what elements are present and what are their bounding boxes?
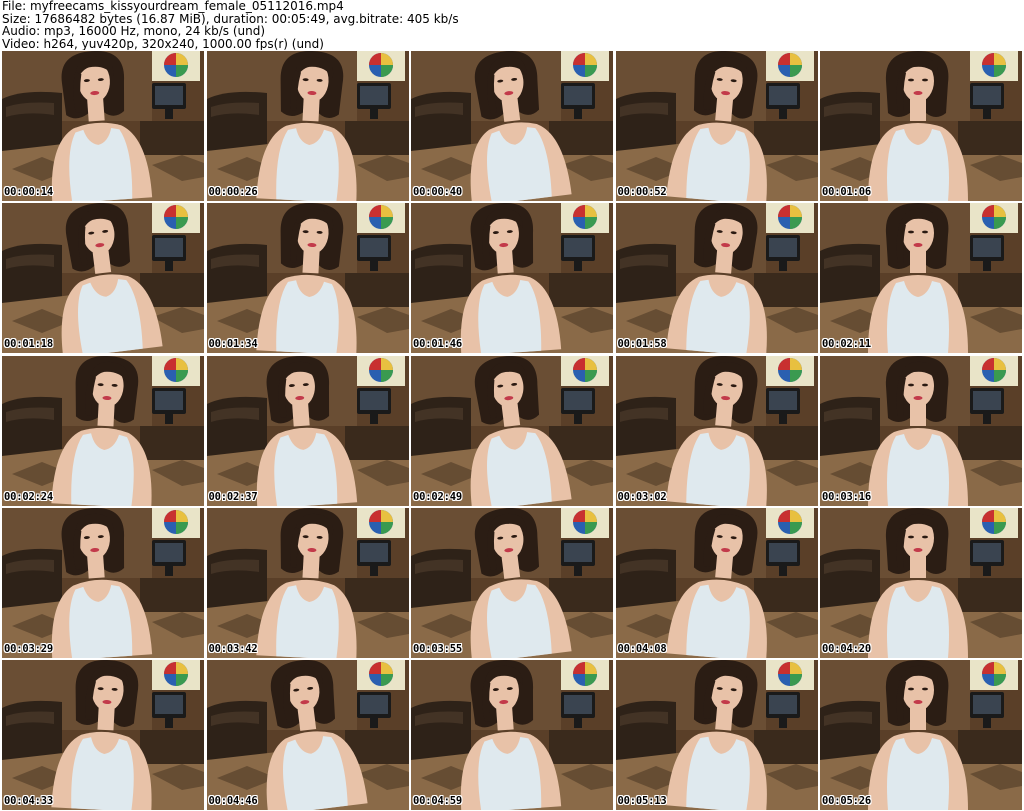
thumbnail-frame-image — [615, 507, 818, 658]
video-thumbnail-15: 00:03:16 — [820, 355, 1022, 506]
video-thumbnail-12: 00:02:37 — [206, 355, 409, 506]
timestamp-label: 00:02:11 — [822, 338, 871, 351]
thumbnail-frame-image — [615, 51, 818, 201]
file-name-line: File: myfreecams_kissyourdream_female_05… — [2, 0, 344, 13]
video-thumbnail-20: 00:04:20 — [820, 507, 1022, 658]
thumbnail-frame-image — [411, 203, 613, 354]
thumbnail-frame-image — [820, 51, 1022, 201]
thumbnail-frame-image — [206, 355, 409, 506]
contact-sheet: File: myfreecams_kissyourdream_female_05… — [0, 0, 1024, 811]
video-thumbnail-8: 00:01:46 — [411, 203, 613, 354]
thumbnail-frame-image — [411, 355, 613, 506]
thumbnail-frame-image — [615, 203, 818, 354]
timestamp-label: 00:00:14 — [4, 186, 53, 198]
video-thumbnail-14: 00:03:02 — [615, 355, 818, 506]
thumbnail-frame-image — [820, 355, 1022, 506]
timestamp-label: 00:01:58 — [617, 338, 667, 351]
video-thumbnail-25: 00:05:26 — [820, 660, 1022, 810]
timestamp-label: 00:04:33 — [4, 795, 53, 807]
timestamp-label: 00:02:49 — [413, 490, 462, 503]
video-thumbnail-16: 00:03:29 — [2, 507, 204, 658]
video-info-line: Video: h264, yuv420p, 320x240, 1000.00 f… — [2, 36, 324, 50]
thumbnail-frame-image — [206, 660, 409, 810]
thumbnail-frame-image — [820, 507, 1022, 658]
video-thumbnail-4: 00:00:52 — [615, 51, 818, 201]
timestamp-label: 00:04:08 — [617, 642, 667, 655]
video-thumbnail-11: 00:02:24 — [2, 355, 204, 506]
timestamp-label: 00:03:02 — [617, 490, 667, 503]
timestamp-label: 00:02:37 — [208, 490, 258, 503]
thumbnail-frame-image — [2, 660, 204, 810]
timestamp-label: 00:01:46 — [413, 338, 462, 351]
thumbnail-frame-image — [615, 660, 818, 810]
timestamp-label: 00:04:20 — [822, 642, 871, 655]
timestamp-label: 00:01:34 — [208, 338, 258, 351]
video-thumbnail-10: 00:02:11 — [820, 203, 1022, 354]
video-thumbnail-6: 00:01:18 — [2, 203, 204, 354]
thumbnail-frame-image — [615, 355, 818, 506]
thumbnail-frame-image — [2, 203, 204, 354]
thumbnail-frame-image — [2, 51, 204, 201]
video-thumbnail-19: 00:04:08 — [615, 507, 818, 658]
timestamp-label: 00:02:24 — [4, 490, 53, 503]
thumbnail-frame-image — [411, 507, 613, 658]
timestamp-label: 00:04:59 — [413, 795, 462, 807]
thumbnail-frame-image — [820, 203, 1022, 354]
timestamp-label: 00:03:42 — [208, 642, 258, 655]
video-thumbnail-13: 00:02:49 — [411, 355, 613, 506]
timestamp-label: 00:00:52 — [617, 186, 667, 198]
video-thumbnail-9: 00:01:58 — [615, 203, 818, 354]
thumbnail-grid: 00:00:14 00:00:26 00:00:40 00:00:52 00:0… — [2, 51, 1022, 810]
timestamp-label: 00:03:55 — [413, 642, 462, 655]
timestamp-label: 00:00:40 — [413, 186, 462, 198]
thumbnail-frame-image — [206, 507, 409, 658]
thumbnail-frame-image — [2, 355, 204, 506]
thumbnail-frame-image — [2, 507, 204, 658]
timestamp-label: 00:00:26 — [208, 186, 258, 198]
timestamp-label: 00:03:16 — [822, 490, 871, 503]
video-thumbnail-2: 00:00:26 — [206, 51, 409, 201]
timestamp-label: 00:01:18 — [4, 338, 53, 351]
video-info-header: File: myfreecams_kissyourdream_female_05… — [2, 0, 1022, 50]
audio-info-line: Audio: mp3, 16000 Hz, mono, 24 kb/s (und… — [2, 24, 266, 38]
timestamp-label: 00:05:26 — [822, 795, 871, 807]
video-thumbnail-23: 00:04:59 — [411, 660, 613, 810]
video-thumbnail-17: 00:03:42 — [206, 507, 409, 658]
video-thumbnail-5: 00:01:06 — [820, 51, 1022, 201]
video-thumbnail-21: 00:04:33 — [2, 660, 204, 810]
timestamp-label: 00:01:06 — [822, 186, 871, 198]
video-thumbnail-24: 00:05:13 — [615, 660, 818, 810]
video-thumbnail-22: 00:04:46 — [206, 660, 409, 810]
timestamp-label: 00:03:29 — [4, 642, 53, 655]
thumbnail-frame-image — [411, 660, 613, 810]
video-thumbnail-3: 00:00:40 — [411, 51, 613, 201]
video-thumbnail-18: 00:03:55 — [411, 507, 613, 658]
thumbnail-frame-image — [411, 51, 613, 201]
timestamp-label: 00:04:46 — [208, 795, 258, 807]
video-thumbnail-1: 00:00:14 — [2, 51, 204, 201]
timestamp-label: 00:05:13 — [617, 795, 667, 807]
video-thumbnail-7: 00:01:34 — [206, 203, 409, 354]
thumbnail-frame-image — [206, 51, 409, 201]
thumbnail-frame-image — [820, 660, 1022, 810]
thumbnail-frame-image — [206, 203, 409, 354]
